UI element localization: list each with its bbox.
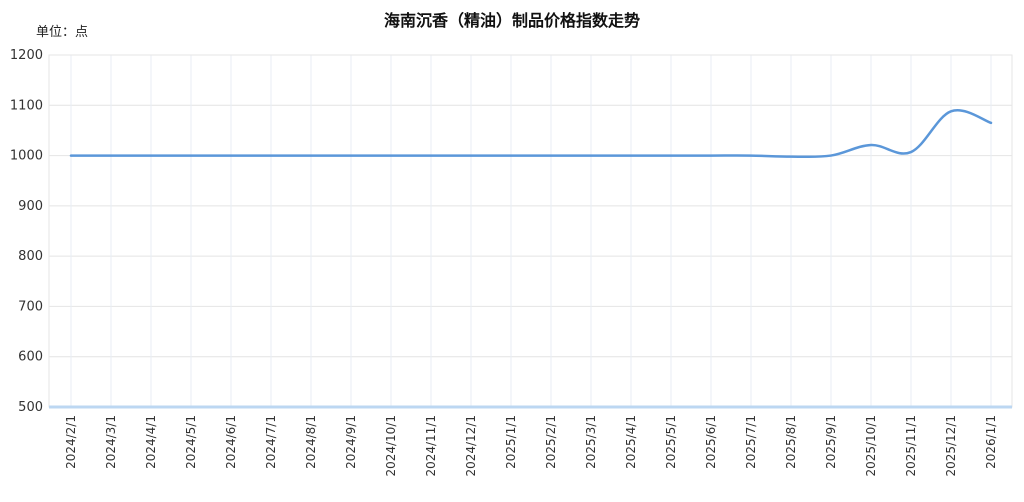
- x-tick-label-21: 2025/11/1: [904, 415, 918, 477]
- data-point-0-20: [868, 142, 874, 148]
- data-point-0-2: [148, 153, 154, 159]
- data-point-0-5: [268, 153, 274, 159]
- data-point-0-17: [748, 153, 754, 159]
- data-point-0-23: [988, 120, 994, 126]
- line-chart: 500600700800900100011001200 2024/2/1 2024…: [10, 11, 1013, 477]
- data-point-0-19: [828, 153, 834, 159]
- data-point-0-0: [68, 153, 74, 159]
- x-tick-label-2: 2024/4/1: [144, 415, 158, 469]
- y-tick-label-1: 600: [18, 350, 43, 365]
- y-tick-label-6: 1100: [10, 98, 43, 113]
- x-tick-label-14: 2025/4/1: [624, 415, 638, 469]
- data-point-0-1: [108, 153, 114, 159]
- x-tick-label-18: 2025/8/1: [784, 415, 798, 469]
- y-tick-label-5: 1000: [10, 149, 43, 164]
- y-axis-ticks: 500 600 700 800 900 1000 1100 1200: [10, 48, 43, 415]
- x-tick-label-7: 2024/9/1: [344, 415, 358, 469]
- y-tick-label-2: 700: [18, 299, 43, 314]
- data-point-0-22: [948, 108, 954, 114]
- y-tick-label-7: 1200: [10, 48, 43, 63]
- grid-layer: [49, 54, 1012, 408]
- data-point-0-6: [308, 153, 314, 159]
- x-tick-label-13: 2025/3/1: [584, 415, 598, 469]
- x-tick-label-23: 2026/1/1: [984, 415, 998, 469]
- x-tick-label-4: 2024/6/1: [224, 415, 238, 469]
- x-tick-label-16: 2025/6/1: [704, 415, 718, 469]
- data-point-0-16: [708, 153, 714, 159]
- data-point-0-7: [348, 153, 354, 159]
- chart-container: 500 600 700 800 900 1000 1100 1200 2024/2/1 2024…: [0, 0, 1024, 498]
- data-point-0-8: [388, 153, 394, 159]
- y-tick-label-0: 500: [18, 400, 43, 415]
- x-tick-label-20: 2025/10/1: [864, 415, 878, 477]
- data-point-0-13: [588, 153, 594, 159]
- x-tick-label-17: 2025/7/1: [744, 415, 758, 469]
- data-point-0-15: [668, 153, 674, 159]
- data-point-0-4: [228, 153, 234, 159]
- x-tick-label-8: 2024/10/1: [384, 415, 398, 477]
- y-tick-label-4: 900: [18, 199, 43, 214]
- data-point-0-18: [788, 154, 794, 160]
- data-point-0-14: [628, 153, 634, 159]
- series-line-0: [69, 109, 993, 159]
- x-tick-label-12: 2025/2/1: [544, 415, 558, 469]
- plot-area-border: [48, 54, 1013, 408]
- x-tick-label-1: 2024/3/1: [104, 415, 118, 469]
- x-tick-label-6: 2024/8/1: [304, 415, 318, 469]
- x-tick-label-3: 2024/5/1: [184, 415, 198, 469]
- x-tick-label-15: 2025/5/1: [664, 415, 678, 469]
- x-tick-label-10: 2024/12/1: [464, 415, 478, 477]
- chart-title: 海南沉香（精油）制品价格指数走势: [384, 11, 640, 30]
- y-tick-label-3: 800: [18, 249, 43, 264]
- data-point-0-11: [508, 153, 514, 159]
- x-tick-label-22: 2025/12/1: [944, 415, 958, 477]
- x-tick-label-19: 2025/9/1: [824, 415, 838, 469]
- series-layer: [68, 108, 994, 160]
- data-point-0-3: [188, 153, 194, 159]
- x-tick-label-5: 2024/7/1: [264, 415, 278, 469]
- data-point-0-12: [548, 153, 554, 159]
- y-axis-unit-label: 单位：点: [36, 25, 88, 40]
- x-tick-label-9: 2024/11/1: [424, 415, 438, 477]
- data-point-0-10: [468, 153, 474, 159]
- data-point-0-9: [428, 153, 434, 159]
- x-tick-label-0: 2024/2/1: [64, 415, 78, 469]
- x-axis-ticks: 2024/2/1 2024/3/1 2024/4/1 2024/5/1 2024/6/1…: [64, 415, 998, 477]
- x-tick-label-11: 2025/1/1: [504, 415, 518, 469]
- data-point-0-21: [908, 149, 914, 155]
